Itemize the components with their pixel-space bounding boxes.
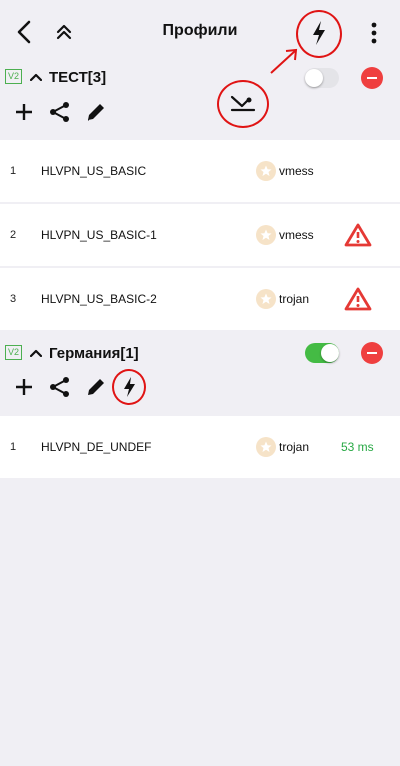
profile-index: 1 (10, 165, 17, 177)
profile-name: HLVPN_US_BASIC-2 (41, 292, 157, 306)
more-vertical-icon (371, 22, 377, 44)
edit-group-button[interactable] (84, 375, 108, 399)
profile-protocol: trojan (279, 292, 310, 306)
pencil-icon (88, 104, 104, 121)
collapse-group-button[interactable] (28, 345, 44, 361)
profile-row[interactable]: 1 HLVPN_DE_UNDEF trojan 53 ms (0, 416, 400, 478)
lightning-icon (123, 377, 135, 397)
profile-name: HLVPN_DE_UNDEF (41, 440, 152, 454)
profile-index: 1 (10, 441, 17, 453)
plus-icon (16, 104, 32, 120)
profile-protocol: trojan (279, 440, 310, 454)
pencil-icon (88, 379, 104, 395)
add-profile-button[interactable] (12, 100, 36, 124)
group-header: V2 ТЕСТ[3] (0, 64, 400, 140)
chevron-up-icon (30, 349, 42, 357)
edit-group-button[interactable] (84, 100, 108, 124)
share-icon (50, 102, 69, 122)
remove-group-button[interactable] (361, 67, 383, 89)
collapse-group-button[interactable] (28, 69, 44, 85)
star-badge-icon (256, 161, 276, 181)
profile-index: 3 (10, 293, 17, 305)
warning-icon (344, 287, 372, 316)
v2-badge: V2 (5, 69, 22, 84)
annotation-circle-speed-test (296, 10, 342, 58)
profile-protocol: vmess (279, 228, 314, 242)
star-badge-icon (256, 437, 276, 457)
share-icon (50, 377, 69, 397)
add-profile-button[interactable] (12, 375, 36, 399)
group-enable-toggle[interactable] (305, 68, 339, 88)
profile-protocol: vmess (279, 164, 314, 178)
plus-icon (16, 379, 32, 395)
share-group-button[interactable] (48, 375, 72, 399)
profile-name: HLVPN_US_BASIC (41, 164, 147, 178)
profile-row[interactable]: 2 HLVPN_US_BASIC-1 vmess (0, 204, 400, 266)
star-badge-icon (256, 225, 276, 245)
remove-group-button[interactable] (361, 342, 383, 364)
more-menu-button[interactable] (362, 20, 386, 46)
profile-name: HLVPN_US_BASIC-1 (41, 228, 157, 242)
profile-row[interactable]: 1 HLVPN_US_BASIC vmess (0, 140, 400, 202)
profile-row[interactable]: 3 HLVPN_US_BASIC-2 trojan (0, 268, 400, 330)
share-group-button[interactable] (48, 100, 72, 124)
group-name: Германия[1] (49, 345, 139, 362)
v2-badge: V2 (5, 345, 22, 360)
star-badge-icon (256, 289, 276, 309)
profile-index: 2 (10, 229, 17, 241)
latency-value: 53 ms (341, 440, 374, 454)
chevron-up-icon (30, 73, 42, 81)
group-name: ТЕСТ[3] (49, 69, 107, 86)
group-enable-toggle[interactable] (305, 343, 339, 363)
warning-icon (344, 223, 372, 252)
group-speed-test-button[interactable] (112, 369, 146, 405)
group-header: V2 Германия[1] (0, 332, 400, 416)
